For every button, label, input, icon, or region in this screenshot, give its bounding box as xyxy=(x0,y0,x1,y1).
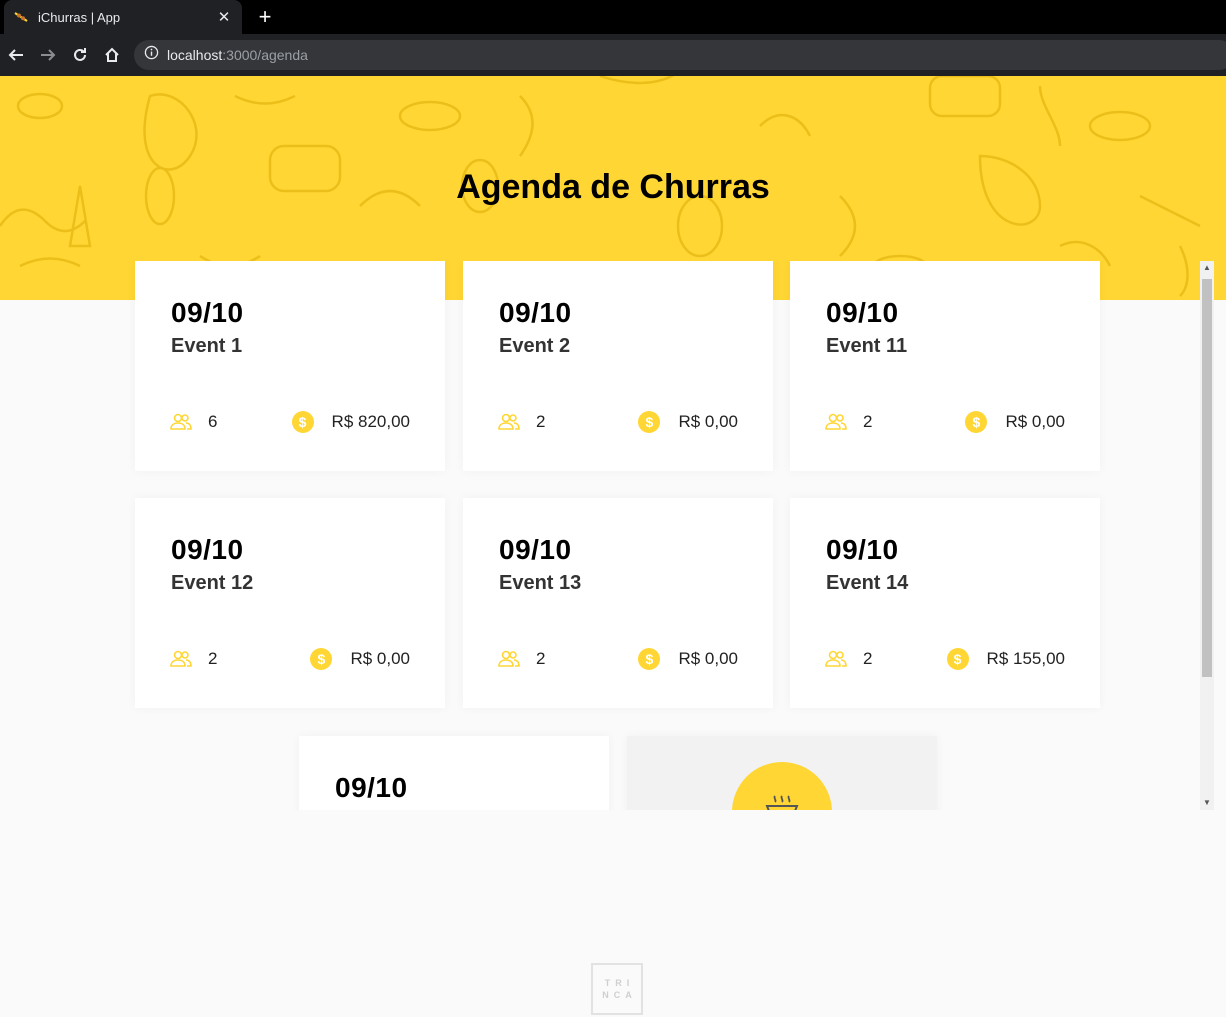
event-name: Event 12 xyxy=(171,572,254,594)
people-count: 2 xyxy=(863,412,873,431)
event-date: 09/10 xyxy=(171,297,244,328)
scroll-down-icon[interactable]: ▼ xyxy=(1200,796,1214,810)
url-text: localhost:3000/agenda xyxy=(167,47,308,63)
scrollbar[interactable]: ▲ ▼ xyxy=(1200,261,1214,810)
add-event-card[interactable] xyxy=(627,736,937,810)
event-name: Event 2 xyxy=(499,335,571,357)
event-date: 09/10 xyxy=(499,297,572,328)
people-icon xyxy=(498,649,520,669)
dollar-coin-icon: $ xyxy=(965,411,988,433)
event-card[interactable]: 09/10 Event 2 2 $ R$ 0,00 xyxy=(463,261,773,471)
scroll-up-icon[interactable]: ▲ xyxy=(1200,261,1214,275)
dollar-coin-icon: $ xyxy=(946,648,969,670)
event-date: 09/10 xyxy=(499,534,572,565)
event-date: 09/10 xyxy=(335,772,408,803)
event-name: Event 14 xyxy=(826,572,909,594)
address-bar[interactable]: localhost:3000/agenda xyxy=(134,40,1226,70)
event-amount: R$ 0,00 xyxy=(350,649,410,668)
event-card[interactable]: 09/10 Event 12 2 $ R$ 0,00 xyxy=(135,498,445,708)
trinca-logo: TRI NCA xyxy=(591,963,643,1015)
reload-icon[interactable] xyxy=(64,39,96,71)
dollar-coin-icon: $ xyxy=(310,648,333,670)
browser-tabbar: iChurras | App ✕ + xyxy=(0,0,1226,34)
event-date: 09/10 xyxy=(826,297,899,328)
people-count: 2 xyxy=(863,649,873,668)
dollar-coin-icon: $ xyxy=(638,411,661,433)
page-title: Agenda de Churras xyxy=(456,168,770,206)
info-icon[interactable] xyxy=(144,45,159,65)
event-card[interactable]: 09/10 Event 11 2 $ R$ 0,00 xyxy=(790,261,1100,471)
home-icon[interactable] xyxy=(96,39,128,71)
event-name: Event 1 xyxy=(171,335,243,357)
people-count: 2 xyxy=(536,412,546,431)
event-name: Event 11 xyxy=(826,335,908,357)
event-footer: 6 $ R$ 820,00 xyxy=(170,411,410,433)
people-icon xyxy=(498,412,520,432)
page: Agenda de Churras 09/10 Event 1 6 $ R$ 8… xyxy=(0,76,1226,1017)
url-path: :3000/agenda xyxy=(222,47,308,63)
event-footer: 2 $ R$ 0,00 xyxy=(498,648,738,670)
people-count: 6 xyxy=(208,412,218,431)
event-name: Event 13 xyxy=(499,572,582,594)
forward-arrow-icon[interactable] xyxy=(32,39,64,71)
people-icon xyxy=(825,412,847,432)
people-icon xyxy=(170,649,192,669)
people-icon xyxy=(170,412,192,432)
add-event-button[interactable] xyxy=(732,762,832,810)
event-date: 09/10 xyxy=(171,534,244,565)
url-host: localhost xyxy=(167,47,223,63)
people-icon xyxy=(825,649,847,669)
browser-tab[interactable]: iChurras | App ✕ xyxy=(4,0,242,34)
people-count: 2 xyxy=(536,649,546,668)
logo-line: TRI xyxy=(604,978,635,988)
event-footer: 2 $ R$ 0,00 xyxy=(825,411,1065,433)
dollar-coin-icon: $ xyxy=(291,411,314,433)
event-amount: R$ 0,00 xyxy=(678,412,738,431)
event-card[interactable]: 09/10 xyxy=(299,736,609,810)
tab-title: iChurras | App xyxy=(38,9,121,25)
bbq-grill-icon xyxy=(765,795,799,810)
event-footer: 2 $ R$ 0,00 xyxy=(170,648,410,670)
event-card[interactable]: 09/10 Event 1 6 $ R$ 820,00 xyxy=(135,261,445,471)
dollar-coin-icon: $ xyxy=(638,648,661,670)
scroll-thumb[interactable] xyxy=(1202,279,1212,677)
event-card[interactable]: 09/10 Event 14 2 $ R$ 155,00 xyxy=(790,498,1100,708)
tab-close-icon[interactable]: ✕ xyxy=(216,8,232,26)
event-date: 09/10 xyxy=(826,534,899,565)
back-arrow-icon[interactable] xyxy=(0,39,32,71)
logo-line: NCA xyxy=(602,990,637,1000)
event-footer: 2 $ R$ 0,00 xyxy=(498,411,738,433)
events-grid: 09/10 Event 1 6 $ R$ 820,00 09/10 Event … xyxy=(0,261,1214,810)
new-tab-icon[interactable]: + xyxy=(254,4,276,30)
event-amount: R$ 820,00 xyxy=(331,412,410,431)
event-card[interactable]: 09/10 Event 13 2 $ R$ 0,00 xyxy=(463,498,773,708)
people-count: 2 xyxy=(208,649,218,668)
event-amount: R$ 0,00 xyxy=(678,649,738,668)
skewer-favicon-icon xyxy=(14,10,28,24)
event-footer: 2 $ R$ 155,00 xyxy=(825,648,1065,670)
event-amount: R$ 155,00 xyxy=(986,649,1065,668)
event-amount: R$ 0,00 xyxy=(1005,412,1065,431)
